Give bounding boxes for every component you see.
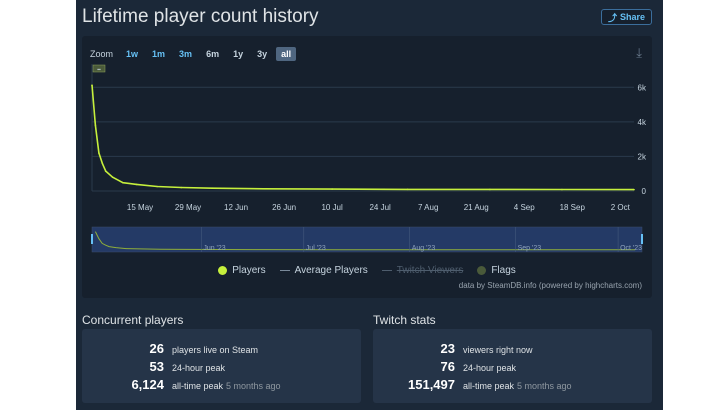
legend-item-flags[interactable]: Flags [477, 265, 516, 276]
players-series-line [91, 85, 635, 191]
stat-label: all-time peak [172, 381, 224, 391]
legend-flags-symbol [477, 266, 487, 275]
navigator-label: Jul '23 [306, 245, 326, 252]
players-data-point [135, 183, 138, 186]
legend-players-label: Players [232, 265, 266, 276]
stat-value: 76 [440, 359, 455, 374]
navigator-handle-right[interactable] [641, 234, 643, 244]
legend-item-players[interactable]: Players [218, 265, 266, 276]
stat-value: 23 [440, 341, 455, 356]
players-data-point [94, 124, 97, 127]
chart-legend: Players Average Players Twitch Viewers F… [82, 265, 652, 276]
legend-twitch-symbol [381, 270, 392, 271]
share-button[interactable]: ⤴ Share [600, 9, 652, 25]
players-data-point [406, 188, 409, 191]
x-tick-label: 7 Aug [418, 203, 438, 212]
x-tick-label: 12 Jun [224, 203, 248, 212]
navigator-handle-left[interactable] [91, 234, 93, 244]
legend-twitch-label: Twitch Viewers [396, 265, 464, 276]
players-data-point [101, 162, 104, 165]
stat-value: 6,124 [131, 377, 164, 392]
share-label: Share [619, 12, 645, 22]
y-tick-label: 2k [638, 152, 647, 161]
stat-label: 24-hour peak [172, 363, 226, 373]
x-tick-label: 21 Aug [464, 203, 489, 212]
players-data-point [98, 152, 100, 154]
navigator-label: Aug '23 [412, 245, 436, 252]
chart-credit[interactable]: data by SteamDB.info (powered by highcha… [459, 281, 642, 290]
stat-label: viewers right now [463, 345, 533, 355]
x-tick-label: 26 Jun [272, 203, 296, 212]
players-data-point [104, 170, 107, 172]
players-data-point [111, 176, 114, 178]
players-data-point [331, 188, 333, 190]
flag-label: ▪▪ [97, 67, 101, 73]
navigator-label: Sep '23 [518, 245, 542, 252]
players-data-point [122, 181, 124, 184]
stat-label: all-time peak [463, 381, 515, 391]
x-axis-ticks: 15 May 29 May 12 Jun 26 Jun 10 Jul 24 Jul 7 Au… [127, 203, 631, 212]
stat-row: 6,124 all-time peak 5 months ago [82, 377, 281, 392]
stat-row: 23 viewers right now [373, 341, 536, 356]
players-data-point [489, 188, 491, 191]
players-data-point [156, 185, 158, 188]
stat-row: 76 24-hour peak [373, 359, 519, 374]
players-data-point [211, 187, 213, 190]
legend-flags-label: Flags [491, 265, 516, 276]
concurrent-stats-box: 26 players live on Steam 53 24-hour peak… [82, 329, 361, 403]
twitch-stats-box: 23 viewers right now 76 24-hour peak 151… [373, 329, 652, 403]
y-tick-label: 6k [638, 83, 647, 92]
stat-value: 26 [149, 341, 164, 356]
players-data-point [633, 188, 635, 191]
chart-grid [91, 64, 634, 192]
players-data-point [561, 188, 563, 191]
stat-sub: 5 months ago [517, 381, 572, 391]
x-tick-label: 4 Sep [514, 203, 535, 212]
x-tick-label: 18 Sep [560, 203, 586, 212]
navigator-label: Oct '23 [620, 245, 642, 252]
legend-average-symbol [279, 270, 290, 271]
players-data-point [180, 186, 182, 189]
y-axis-ticks: 0 2k 4k 6k [638, 83, 647, 196]
legend-players-symbol [218, 266, 228, 275]
stat-sub: 5 months ago [226, 381, 281, 391]
stat-row: 53 24-hour peak [82, 359, 228, 374]
legend-average-label: Average Players [294, 265, 368, 276]
share-icon: ⤴ [607, 12, 617, 23]
x-tick-label: 15 May [127, 203, 153, 212]
y-tick-label: 4k [638, 118, 647, 127]
y-tick-label: 0 [642, 187, 647, 196]
concurrent-title: Concurrent players [82, 313, 184, 327]
players-data-point [262, 187, 265, 190]
navigator-label: Jun '23 [203, 245, 225, 252]
stat-label: 24-hour peak [463, 363, 517, 373]
x-tick-label: 2 Oct [611, 203, 631, 212]
stat-value: 151,497 [408, 377, 455, 392]
chart-series [91, 84, 635, 191]
chart-flags: ▪▪ [92, 64, 106, 73]
legend-item-average-players[interactable]: Average Players [279, 265, 368, 276]
page: Lifetime player count history ⤴ Share Zo… [76, 0, 663, 410]
twitch-title: Twitch stats [373, 313, 436, 327]
legend-item-twitch-viewers[interactable]: Twitch Viewers [381, 265, 464, 276]
x-tick-label: 29 May [175, 203, 201, 212]
players-data-point [91, 84, 93, 86]
x-tick-label: 24 Jul [369, 203, 391, 212]
chart-navigator: Jun '23 Jul '23 Aug '23 Sep '23 Oct '23 [91, 226, 643, 253]
x-tick-label: 10 Jul [321, 203, 343, 212]
stat-label: players live on Steam [172, 345, 259, 355]
navigator-window [91, 226, 643, 253]
player-count-chart: 0 2k 4k 6k 15 May 29 May 12 Jun 26 Jun 10 Jul 24… [91, 64, 647, 253]
page-title: Lifetime player count history [82, 6, 319, 27]
stat-row: 151,497 all-time peak 5 months ago [373, 377, 572, 392]
chart-panel: Zoom 1w 1m 3m 6m 1y 3y all ⤓ 0 2k 4k 6k 15 … [82, 36, 652, 298]
stat-row: 26 players live on Steam [82, 341, 261, 356]
stat-value: 53 [149, 359, 164, 374]
